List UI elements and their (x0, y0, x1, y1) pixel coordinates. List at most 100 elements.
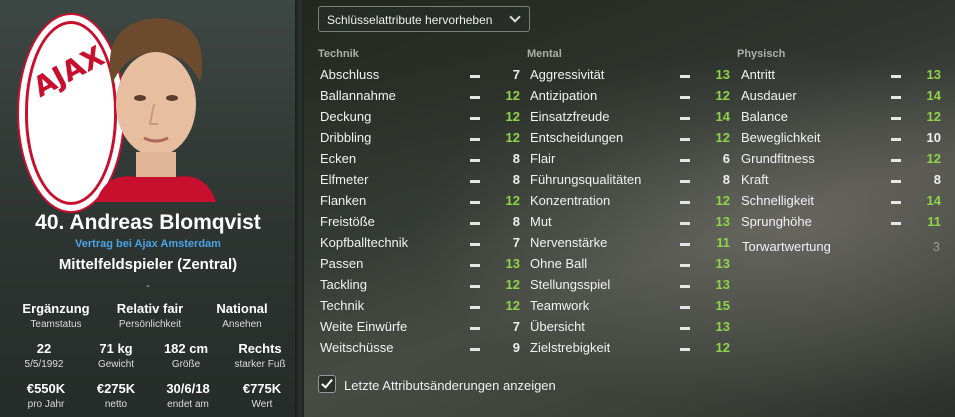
attribute-row-mental[interactable]: Flair 6 (530, 151, 732, 172)
attribute-name: Schnelligkeit (741, 193, 814, 208)
attribute-row-physisch[interactable]: Balance 12 (741, 109, 943, 130)
attribute-row-torwartwertung[interactable]: Torwartwertung 3 (742, 239, 940, 260)
player-name: 40. Andreas Blomqvist (35, 211, 261, 234)
attribute-value: 3 (932, 239, 940, 254)
attribute-row-mental[interactable]: Führungsqualitäten 8 (530, 172, 732, 193)
attribute-row-physisch[interactable]: Kraft 8 (741, 172, 943, 193)
contract-end: 30/6/18 endet am (140, 381, 236, 410)
attribute-value: 12 (505, 193, 520, 208)
highlight-attributes-dropdown[interactable]: Schlüsselattribute hervorheben (318, 6, 530, 32)
column-header-technik: Technik (318, 48, 359, 60)
net-wage-value: €275K (96, 381, 136, 396)
attribute-row-mental[interactable]: Einsatzfreude 14 (530, 109, 732, 130)
no-change-dash-icon (470, 117, 480, 120)
show-changes-checkbox[interactable] (318, 375, 336, 393)
height-label: Größe (171, 359, 201, 370)
age: 22 5/5/1992 (0, 341, 88, 370)
attribute-name: Mut (530, 214, 552, 229)
attribute-row-mental[interactable]: Teamwork 15 (530, 298, 732, 319)
attribute-row-physisch[interactable]: Antritt 13 (741, 67, 943, 88)
attribute-row-mental[interactable]: Nervenstärke 11 (530, 235, 732, 256)
attribute-row-technik[interactable]: Ballannahme 12 (320, 88, 522, 109)
attribute-name: Grundfitness (741, 151, 815, 166)
no-change-dash-icon (680, 75, 690, 78)
attribute-name: Flair (530, 151, 556, 166)
attribute-row-mental[interactable]: Ohne Ball 13 (530, 256, 732, 277)
attribute-name: Tackling (320, 277, 367, 292)
attribute-row-technik[interactable]: Ecken 8 (320, 151, 522, 172)
attribute-row-physisch[interactable]: Ausdauer 14 (741, 88, 943, 109)
attribute-row-technik[interactable]: Tackling 12 (320, 277, 522, 298)
attribute-name: Abschluss (320, 67, 380, 82)
no-change-dash-icon (470, 201, 480, 204)
attribute-name: Passen (320, 256, 364, 271)
attribute-value: 7 (512, 235, 520, 250)
no-change-dash-icon (470, 180, 480, 183)
dropdown-label: Schlüsselattribute hervorheben (327, 13, 493, 27)
no-change-dash-icon (680, 222, 690, 225)
attribute-value: 12 (926, 151, 941, 166)
stats-row-finance: €550K pro Jahr €275K netto 30/6/18 endet… (0, 381, 296, 410)
attribute-row-technik[interactable]: Passen 13 (320, 256, 522, 277)
attribute-name: Ecken (320, 151, 357, 166)
attribute-name: Beweglichkeit (741, 130, 821, 145)
attribute-row-mental[interactable]: Antizipation 12 (530, 88, 732, 109)
attribute-row-technik[interactable]: Freistöße 8 (320, 214, 522, 235)
attribute-row-technik[interactable]: Kopfballtechnik 7 (320, 235, 522, 256)
no-change-dash-icon (680, 285, 690, 288)
market-value: €775K Wert (236, 381, 288, 410)
attribute-name: Dribbling (320, 130, 372, 145)
attribute-name: Zielstrebigkeit (530, 340, 611, 355)
attribute-row-mental[interactable]: Entscheidungen 12 (530, 130, 732, 151)
weight-value: 71 kg (99, 341, 133, 356)
attribute-value: 9 (512, 340, 520, 355)
attribute-name: Freistöße (320, 214, 375, 229)
attribute-row-mental[interactable]: Konzentration 12 (530, 193, 732, 214)
attribute-row-technik[interactable]: Technik 12 (320, 298, 522, 319)
attribute-value: 7 (512, 319, 520, 334)
no-change-dash-icon (680, 243, 690, 246)
wage-label: pro Jahr (27, 399, 65, 410)
attribute-row-physisch[interactable]: Schnelligkeit 14 (741, 193, 943, 214)
attribute-row-mental[interactable]: Mut 13 (530, 214, 732, 235)
attribute-name: Ohne Ball (530, 256, 588, 271)
attribute-name: Teamwork (530, 298, 590, 313)
reputation-label: Ansehen (222, 319, 262, 330)
attribute-row-technik[interactable]: Abschluss 7 (320, 67, 522, 88)
attribute-row-physisch[interactable]: Beweglichkeit 10 (741, 130, 943, 151)
contract-link[interactable]: Vertrag bei Ajax Amsterdam (0, 238, 296, 250)
attribute-value: 12 (505, 277, 520, 292)
no-change-dash-icon (470, 159, 480, 162)
attribute-value: 12 (715, 193, 730, 208)
attribute-row-physisch[interactable]: Sprunghöhe 11 (741, 214, 943, 235)
attribute-row-technik[interactable]: Elfmeter 8 (320, 172, 522, 193)
attribute-name: Aggressivität (530, 67, 605, 82)
attribute-value: 13 (926, 67, 941, 82)
attribute-row-technik[interactable]: Dribbling 12 (320, 130, 522, 151)
attribute-name: Elfmeter (320, 172, 369, 187)
attribute-row-technik[interactable]: Flanken 12 (320, 193, 522, 214)
attribute-row-technik[interactable]: Deckung 12 (320, 109, 522, 130)
attribute-name: Weitschüsse (320, 340, 394, 355)
attribute-row-technik[interactable]: Weite Einwürfe 7 (320, 319, 522, 340)
attribute-row-mental[interactable]: Stellungsspiel 13 (530, 277, 732, 298)
personality-label: Persönlichkeit (118, 319, 182, 330)
panel-divider (296, 0, 304, 417)
attribute-value: 12 (715, 130, 730, 145)
attribute-value: 15 (715, 298, 730, 313)
attribute-value: 6 (722, 151, 730, 166)
attribute-row-mental[interactable]: Zielstrebigkeit 12 (530, 340, 732, 361)
attribute-row-physisch[interactable]: Grundfitness 12 (741, 151, 943, 172)
no-change-dash-icon (470, 348, 480, 351)
attribute-row-technik[interactable]: Weitschüsse 9 (320, 340, 522, 361)
attribute-name: Antizipation (530, 88, 598, 103)
no-change-dash-icon (470, 75, 480, 78)
attribute-row-mental[interactable]: Aggressivität 13 (530, 67, 732, 88)
attribute-value: 12 (926, 109, 941, 124)
show-changes-label[interactable]: Letzte Attributsänderungen anzeigen (344, 378, 556, 393)
attribute-row-mental[interactable]: Übersicht 13 (530, 319, 732, 340)
player-position: Mittelfeldspieler (Zentral) (58, 256, 238, 273)
attribute-name: Kraft (741, 172, 769, 187)
no-change-dash-icon (680, 138, 690, 141)
attribute-value: 12 (505, 130, 520, 145)
